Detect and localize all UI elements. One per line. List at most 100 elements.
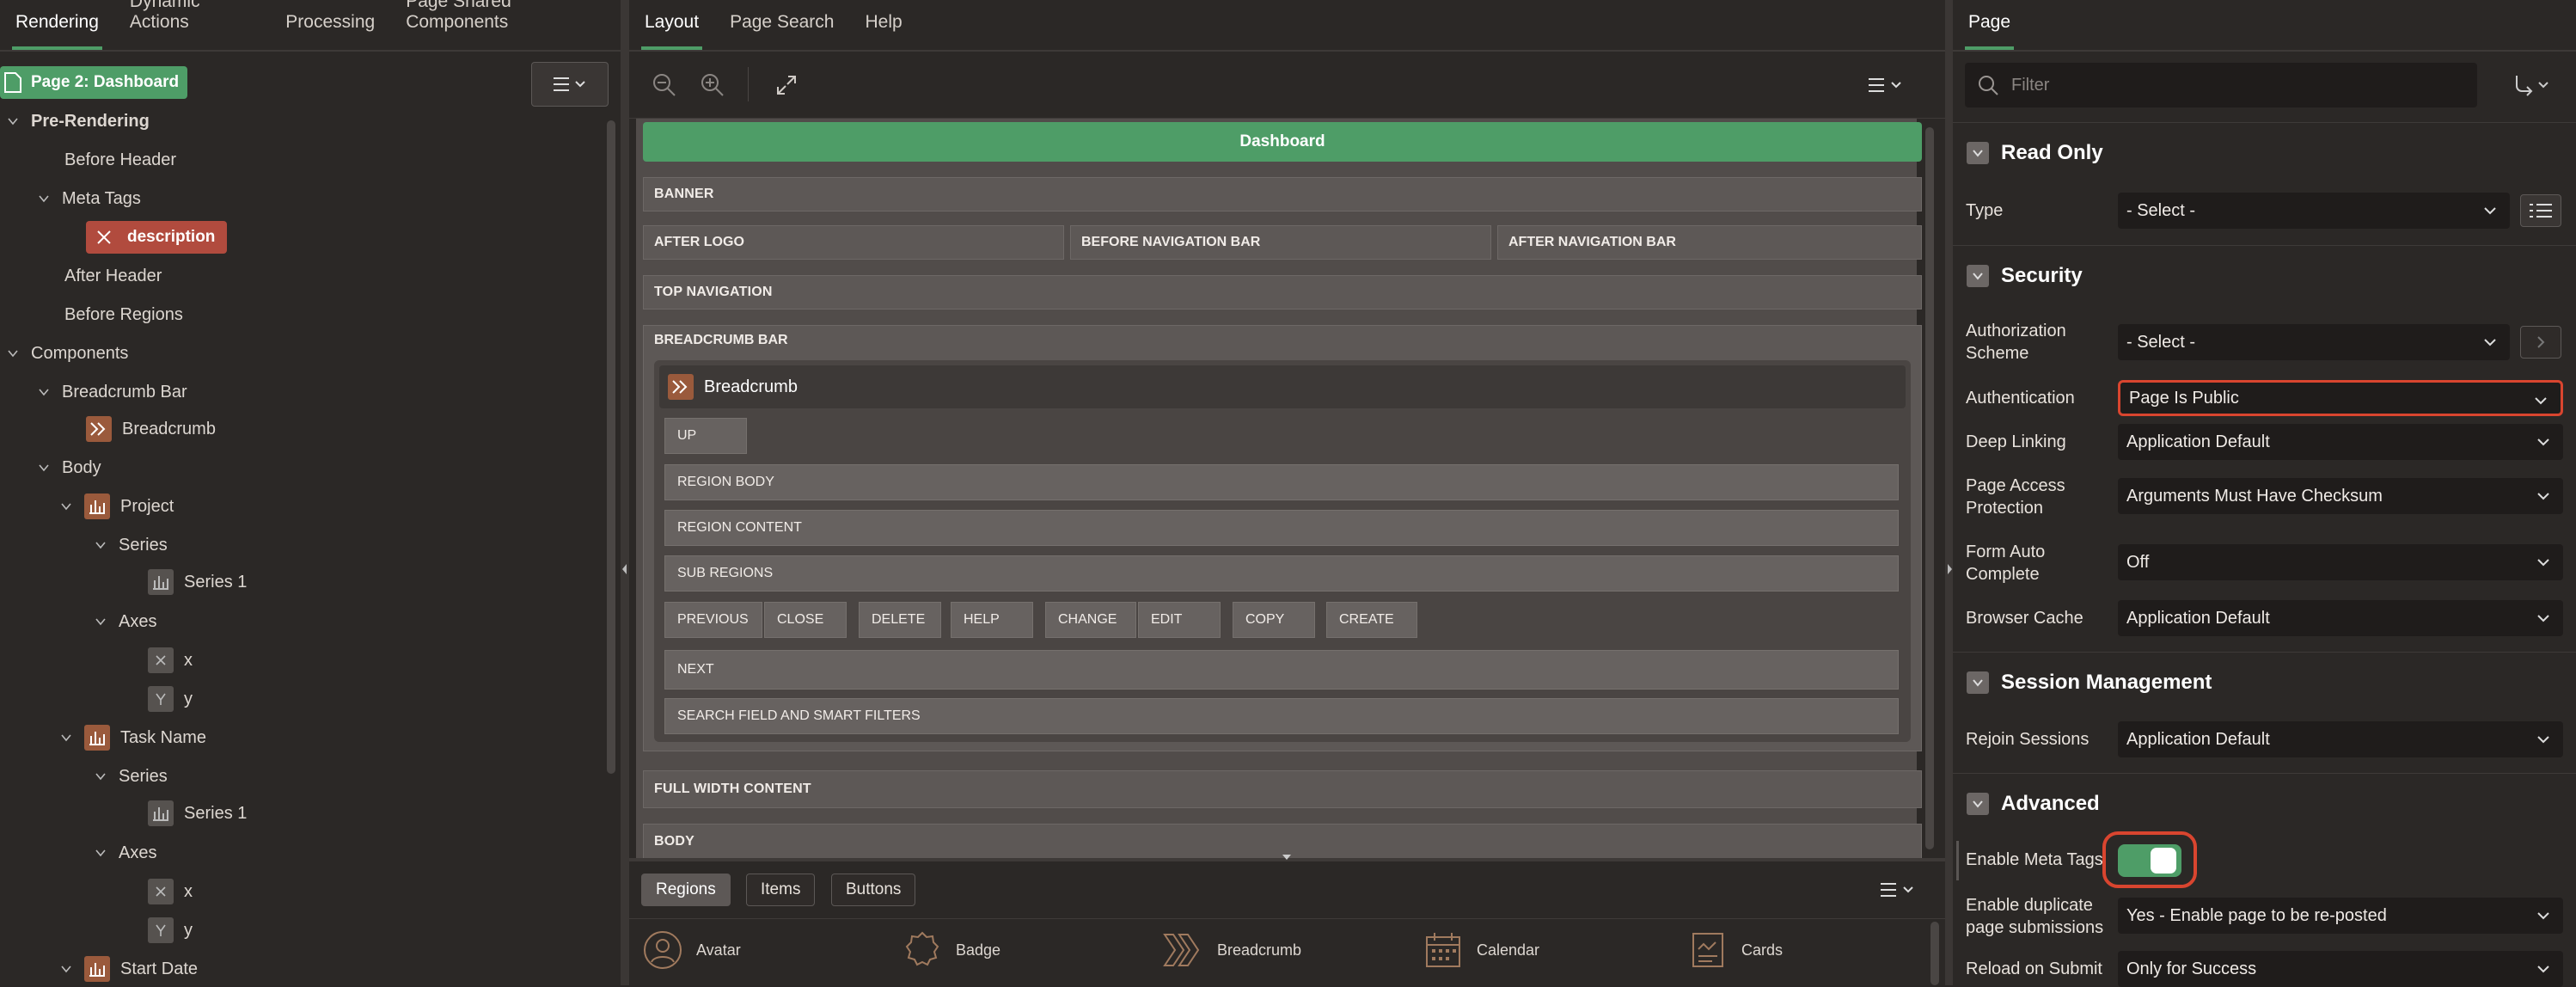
layout-menu-icon[interactable] (1867, 76, 1906, 95)
section-advanced[interactable]: Advanced (1953, 773, 2576, 833)
section-security[interactable]: Security (1953, 245, 2576, 305)
type-list-button[interactable] (2520, 194, 2561, 227)
slot-up[interactable]: UP (664, 418, 747, 454)
slot-copy[interactable]: COPY (1233, 602, 1315, 638)
gallery-item-breadcrumb[interactable]: Breadcrumb (1162, 930, 1301, 970)
tree-breadcrumb[interactable]: Breadcrumb (86, 412, 216, 446)
duplicate-select[interactable]: Yes - Enable page to be re-posted (2118, 898, 2563, 934)
tab-page-search[interactable]: Page Search (714, 12, 849, 50)
section-session-management[interactable]: Session Management (1953, 652, 2576, 712)
position-full-width-content[interactable]: FULL WIDTH CONTENT (643, 770, 1922, 808)
position-after-logo[interactable]: AFTER LOGO (643, 225, 1064, 260)
tree-description[interactable]: description (86, 220, 228, 254)
tree-meta-tags[interactable]: Meta Tags (34, 181, 141, 216)
slot-help[interactable]: HELP (951, 602, 1033, 638)
gallery-item-badge[interactable]: Badge (903, 930, 1000, 970)
chevron-down-icon[interactable] (57, 497, 76, 516)
tree-series-1[interactable]: Series 1 (148, 796, 247, 831)
chevron-down-icon[interactable] (1967, 141, 1989, 164)
tree-breadcrumb-bar[interactable]: Breadcrumb Bar (34, 375, 187, 409)
tree-series[interactable]: Series (91, 759, 168, 794)
gallery-splitter[interactable] (629, 855, 1945, 861)
breadcrumb-region-header[interactable]: Breadcrumb (659, 365, 1906, 408)
tree-axes[interactable]: Axes (91, 836, 156, 870)
chevron-down-icon[interactable] (3, 344, 22, 363)
tree-axis-x[interactable]: x (148, 874, 193, 909)
tree-menu-button[interactable] (531, 62, 609, 107)
tree-axis-y[interactable]: y (148, 682, 193, 716)
expand-icon[interactable] (775, 74, 798, 96)
tree-before-regions[interactable]: Before Regions (64, 297, 183, 332)
tab-rendering[interactable]: Rendering (0, 12, 114, 50)
tree-axes[interactable]: Axes (91, 604, 156, 639)
zoom-in-icon[interactable] (700, 72, 725, 98)
slot-sub-regions[interactable]: SUB REGIONS (664, 555, 1899, 592)
position-top-navigation[interactable]: TOP NAVIGATION (643, 275, 1922, 310)
left-splitter[interactable] (621, 0, 629, 985)
chevron-down-icon[interactable] (1967, 264, 1989, 287)
slot-close[interactable]: CLOSE (764, 602, 847, 638)
page-badge[interactable]: Page 2: Dashboard (0, 66, 188, 99)
slot-edit[interactable]: EDIT (1138, 602, 1221, 638)
tab-page[interactable]: Page (1953, 12, 2026, 50)
authentication-select[interactable]: Page Is Public (2118, 380, 2563, 416)
chevron-down-icon[interactable] (34, 383, 53, 402)
gallery-menu-icon[interactable] (1879, 880, 1918, 899)
description-pill[interactable]: description (86, 221, 228, 254)
chevron-down-icon[interactable] (1967, 671, 1989, 694)
form-auto-select[interactable]: Off (2118, 544, 2563, 580)
tree-series-1[interactable]: Series 1 (148, 565, 247, 599)
slot-change[interactable]: CHANGE (1045, 602, 1136, 638)
slot-search-field[interactable]: SEARCH FIELD AND SMART FILTERS (664, 698, 1899, 734)
filter-input[interactable]: Filter (1965, 63, 2477, 107)
tree-body[interactable]: Body (34, 451, 101, 485)
reload-select[interactable]: Only for Success (2118, 951, 2563, 987)
chevron-down-icon[interactable] (34, 458, 53, 477)
chevron-down-icon[interactable] (1967, 792, 1989, 815)
auth-scheme-go-button[interactable] (2520, 326, 2561, 359)
position-banner[interactable]: BANNER (643, 177, 1922, 212)
slot-create[interactable]: CREATE (1326, 602, 1417, 638)
tab-processing[interactable]: Processing (270, 12, 390, 50)
tab-help[interactable]: Help (849, 12, 917, 50)
tree-series[interactable]: Series (91, 528, 168, 562)
deep-linking-select[interactable]: Application Default (2118, 424, 2563, 460)
auth-scheme-select[interactable]: - Select - (2118, 324, 2510, 360)
section-read-only[interactable]: Read Only (1953, 122, 2576, 182)
slot-region-body[interactable]: REGION BODY (664, 464, 1899, 500)
type-select[interactable]: - Select - (2118, 193, 2510, 229)
chevron-down-icon[interactable] (57, 728, 76, 747)
chevron-down-icon[interactable] (91, 612, 110, 631)
slot-region-content[interactable]: REGION CONTENT (664, 510, 1899, 546)
meta-tags-toggle[interactable] (2118, 844, 2181, 877)
tab-layout[interactable]: Layout (629, 12, 714, 50)
gallery-tab-items[interactable]: Items (746, 874, 816, 906)
gallery-tab-regions[interactable]: Regions (641, 874, 731, 906)
zoom-out-icon[interactable] (652, 72, 677, 98)
chevron-down-icon[interactable] (34, 189, 53, 208)
tree-axis-y[interactable]: y (148, 913, 193, 947)
left-scrollbar[interactable] (607, 120, 615, 774)
position-after-nav[interactable]: AFTER NAVIGATION BAR (1497, 225, 1922, 260)
slot-next[interactable]: NEXT (664, 650, 1899, 690)
gallery-item-calendar[interactable]: Calendar (1423, 930, 1539, 970)
tree-project[interactable]: Project (57, 489, 174, 524)
tree-after-header[interactable]: After Header (64, 259, 162, 293)
chevron-down-icon[interactable] (57, 959, 76, 978)
gallery-tab-buttons[interactable]: Buttons (831, 874, 916, 906)
rejoin-select[interactable]: Application Default (2118, 721, 2563, 757)
chevron-down-icon[interactable] (91, 536, 110, 555)
gallery-item-cards[interactable]: Cards (1688, 930, 1783, 970)
position-before-nav[interactable]: BEFORE NAVIGATION BAR (1070, 225, 1491, 260)
tree-components[interactable]: Components (3, 336, 128, 371)
chevron-down-icon[interactable] (3, 112, 22, 131)
chevron-down-icon[interactable] (91, 843, 110, 862)
page-access-select[interactable]: Arguments Must Have Checksum (2118, 478, 2563, 514)
gallery-scrollbar[interactable] (1930, 922, 1939, 985)
slot-delete[interactable]: DELETE (859, 602, 941, 638)
chevron-down-icon[interactable] (91, 767, 110, 786)
tree-start-date[interactable]: Start Date (57, 952, 198, 986)
tab-page-shared-components[interactable]: Page Shared Components (390, 0, 621, 50)
tree-task-name[interactable]: Task Name (57, 720, 206, 755)
gallery-item-avatar[interactable]: Avatar (643, 930, 741, 970)
